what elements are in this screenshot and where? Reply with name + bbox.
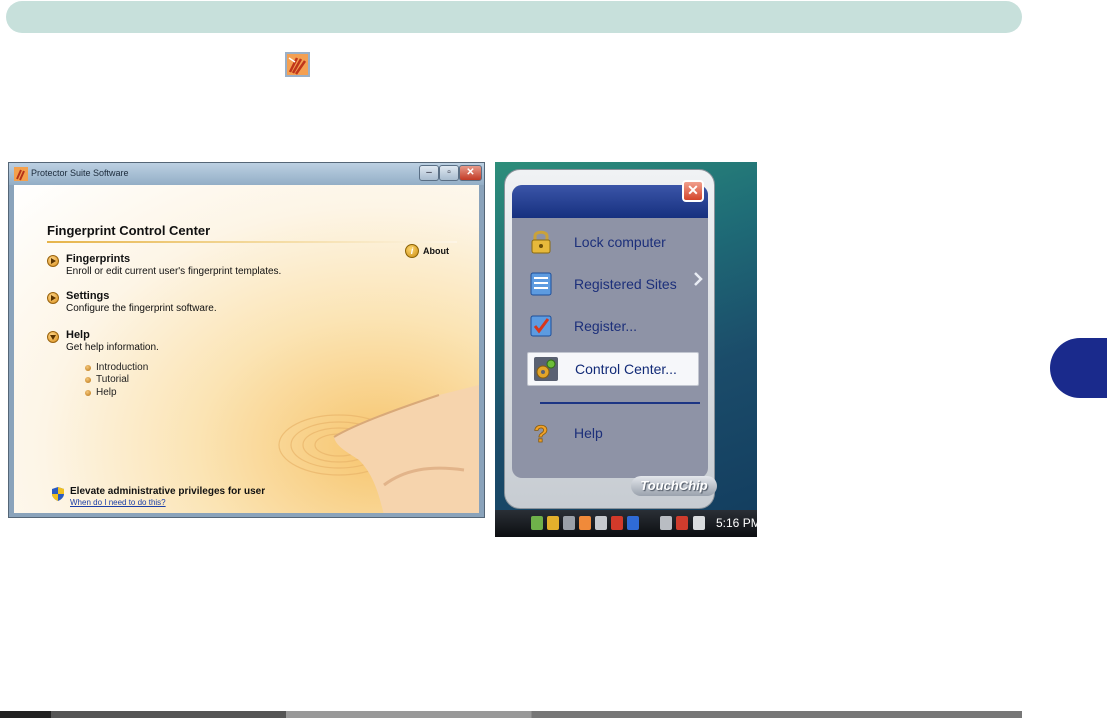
menu-item-register[interactable]: Register... — [518, 310, 686, 344]
section-description: Get help information. — [66, 342, 159, 353]
security-shield-icon[interactable] — [547, 516, 559, 530]
fingerprint-app-icon — [285, 52, 310, 77]
link-label: Help — [96, 387, 117, 398]
fingerprint-hand-illustration — [278, 385, 479, 513]
section-title: Settings — [66, 290, 110, 302]
bluetooth-icon[interactable] — [627, 516, 639, 530]
app-logo-icon — [14, 167, 28, 181]
arrow-right-icon — [47, 292, 59, 304]
register-icon — [530, 315, 552, 337]
section-description: Configure the fingerprint software. — [66, 303, 217, 314]
window-titlebar[interactable]: Protector Suite Software – ▫ ✕ — [9, 163, 484, 185]
section-title: Help — [66, 329, 90, 341]
control-center-content: Fingerprint Control Center i About Finge… — [14, 185, 479, 513]
control-center-icon — [534, 357, 558, 381]
section-fingerprints[interactable]: Fingerprints Enroll or edit current user… — [47, 253, 347, 283]
elevate-privileges-link[interactable]: Elevate administrative privileges for us… — [70, 486, 265, 497]
question-mark-icon: ? — [533, 421, 549, 446]
popup-header — [512, 185, 708, 218]
uac-shield-icon — [52, 487, 64, 501]
menu-item-label: Registered Sites — [574, 276, 677, 292]
about-label: About — [423, 246, 449, 256]
menu-item-label: Lock computer — [574, 234, 666, 250]
section-help[interactable]: Help Get help information. — [47, 329, 347, 359]
arrow-right-icon — [47, 255, 59, 267]
menu-item-control-center[interactable]: Control Center... — [527, 352, 699, 386]
display-icon[interactable] — [595, 516, 607, 530]
popup-close-button[interactable]: ✕ — [682, 180, 704, 202]
section-title: Fingerprints — [66, 253, 131, 265]
desktop-background: Lock computer Registered Sites Register.… — [495, 162, 757, 537]
menu-item-help[interactable]: ? Help — [518, 417, 686, 451]
menu-item-label: Help — [574, 425, 603, 441]
window-title: Protector Suite Software — [31, 168, 129, 178]
link-label: Introduction — [96, 362, 149, 373]
protector-suite-window: Protector Suite Software – ▫ ✕ Fingerpri… — [8, 162, 485, 518]
page-header-bar — [6, 1, 1022, 33]
network-status-icon[interactable] — [531, 516, 543, 530]
taskbar-clock[interactable]: 5:16 PM — [716, 516, 757, 530]
title-divider — [47, 241, 457, 243]
svg-text:?: ? — [534, 421, 549, 446]
registered-sites-icon — [530, 272, 552, 296]
tray-popup-menu: Lock computer Registered Sites Register.… — [504, 169, 717, 509]
chevron-right-icon — [694, 272, 703, 286]
link-label: Tutorial — [96, 374, 129, 385]
close-button[interactable]: ✕ — [459, 165, 482, 181]
page-title: Fingerprint Control Center — [47, 223, 211, 238]
bullet-icon — [85, 390, 91, 396]
maximize-button[interactable]: ▫ — [439, 165, 459, 181]
menu-item-label: Control Center... — [575, 361, 677, 377]
menu-separator — [540, 402, 700, 404]
chapter-side-tab — [1050, 338, 1107, 398]
elevate-help-link[interactable]: When do I need to do this? — [70, 498, 166, 507]
hardware-icon[interactable] — [563, 516, 575, 530]
minimize-button[interactable]: – — [419, 165, 439, 181]
bullet-icon — [85, 365, 91, 371]
power-icon[interactable] — [660, 516, 672, 530]
menu-item-registered-sites[interactable]: Registered Sites — [518, 268, 686, 302]
touchchip-logo: TouchChip — [631, 476, 717, 496]
bullet-icon — [85, 377, 91, 383]
page-footer-rule — [0, 711, 1022, 718]
padlock-icon — [531, 230, 551, 254]
info-icon: i — [405, 244, 419, 258]
fingerprint-tray-icon[interactable] — [579, 516, 591, 530]
menu-item-lock-computer[interactable]: Lock computer — [518, 226, 686, 260]
section-description: Enroll or edit current user's fingerprin… — [66, 266, 282, 277]
network-disconnected-icon[interactable] — [676, 516, 688, 530]
taskbar: 5:16 PM — [495, 510, 757, 537]
speaker-icon[interactable] — [611, 516, 623, 530]
arrow-down-icon — [47, 331, 59, 343]
menu-item-label: Register... — [574, 318, 638, 334]
volume-icon[interactable] — [693, 516, 705, 530]
section-settings[interactable]: Settings Configure the fingerprint softw… — [47, 290, 347, 320]
